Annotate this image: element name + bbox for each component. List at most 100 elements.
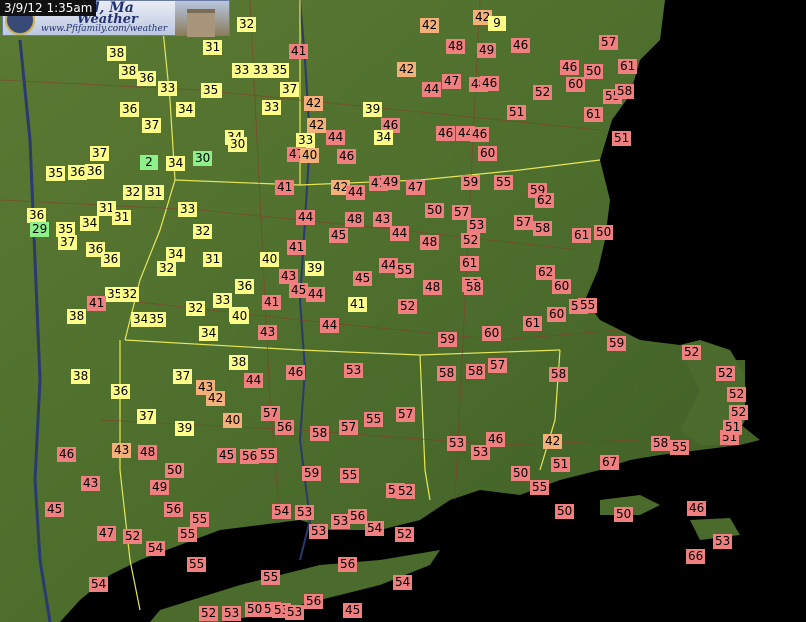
temperature-label: 34 xyxy=(80,216,100,231)
temperature-label: 60 xyxy=(478,146,498,161)
temperature-label: 2 xyxy=(140,155,158,170)
temperature-label: 46 xyxy=(57,447,77,462)
temperature-label: 35 xyxy=(46,166,66,181)
temperature-label: 53 xyxy=(295,505,315,520)
temperature-label: 55 xyxy=(364,412,384,427)
temperature-label: 31 xyxy=(145,185,165,200)
temperature-label: 31 xyxy=(112,210,132,225)
temperature-label: 46 xyxy=(286,365,306,380)
temperature-label: 45 xyxy=(217,448,237,463)
temperature-label: 30 xyxy=(228,137,248,152)
temperature-label: 37 xyxy=(58,235,78,250)
temperature-label: 50 xyxy=(245,602,265,617)
temperature-label: 41 xyxy=(287,240,307,255)
temperature-label: 52 xyxy=(461,233,481,248)
temperature-label: 59 xyxy=(461,175,481,190)
temperature-label: 33 xyxy=(251,63,271,78)
temperature-label: 36 xyxy=(27,208,47,223)
temperature-label: 53 xyxy=(713,534,733,549)
temperature-label: 54 xyxy=(393,575,413,590)
temperature-label: 54 xyxy=(146,541,166,556)
temperature-label: 59 xyxy=(302,466,322,481)
temperature-label: 33 xyxy=(158,81,178,96)
temperature-label: 34 xyxy=(176,102,196,117)
temperature-label: 41 xyxy=(87,296,107,311)
temperature-label: 55 xyxy=(578,298,598,313)
temperature-label: 55 xyxy=(178,527,198,542)
temperature-label: 56 xyxy=(164,502,184,517)
temperature-label: 60 xyxy=(552,279,572,294)
temperature-label: 58 xyxy=(549,367,569,382)
temperature-label: 41 xyxy=(262,295,282,310)
temperature-label: 44 xyxy=(306,287,326,302)
temperature-label: 58 xyxy=(464,280,484,295)
temperature-label: 31 xyxy=(203,40,223,55)
temperature-label: 39 xyxy=(175,421,195,436)
temperature-label: 36 xyxy=(68,165,88,180)
temperature-label: 42 xyxy=(307,118,327,133)
temperature-label: 52 xyxy=(396,484,416,499)
temperature-label: 47 xyxy=(406,180,426,195)
temperature-label: 52 xyxy=(729,405,749,420)
temperature-label: 52 xyxy=(199,606,219,621)
temperature-label: 37 xyxy=(173,369,193,384)
temperature-label: 37 xyxy=(280,82,300,97)
temperature-label: 55 xyxy=(187,557,207,572)
temperature-label: 46 xyxy=(436,126,456,141)
temperature-label: 44 xyxy=(346,185,366,200)
temperature-label: 55 xyxy=(395,263,415,278)
temperature-label: 43 xyxy=(373,212,393,227)
temperature-label: 42 xyxy=(397,62,417,77)
temperature-label: 61 xyxy=(523,316,543,331)
temperature-label: 58 xyxy=(310,426,330,441)
temperature-label: 50 xyxy=(555,504,575,519)
temperature-label: 36 xyxy=(235,279,255,294)
temperature-label: 46 xyxy=(470,127,490,142)
temperature-label: 50 xyxy=(165,463,185,478)
temperature-label: 35 xyxy=(201,83,221,98)
temperature-label: 39 xyxy=(363,102,383,117)
temperature-label: 41 xyxy=(275,180,295,195)
temperature-label: 44 xyxy=(296,210,316,225)
temperature-label: 34 xyxy=(166,156,186,171)
temperature-label: 48 xyxy=(345,212,365,227)
temperature-label: 57 xyxy=(599,35,619,50)
temperature-label: 51 xyxy=(612,131,632,146)
temperature-label: 50 xyxy=(584,64,604,79)
logo-url: www.Pfifamily.com/weather xyxy=(41,24,168,34)
temperature-label: 47 xyxy=(442,74,462,89)
temperature-label: 53 xyxy=(285,605,305,620)
temperature-label: 46 xyxy=(560,60,580,75)
temperature-label: 52 xyxy=(395,527,415,542)
temperature-label: 34 xyxy=(199,326,219,341)
temperature-label: 45 xyxy=(45,502,65,517)
temperature-label: 48 xyxy=(420,235,440,250)
temperature-label: 33 xyxy=(262,100,282,115)
temperature-label: 51 xyxy=(723,420,743,435)
temperature-label: 49 xyxy=(150,480,170,495)
temperature-label: 48 xyxy=(446,39,466,54)
temperature-label: 36 xyxy=(120,102,140,117)
temperature-label: 35 xyxy=(270,63,290,78)
temperature-label: 44 xyxy=(390,226,410,241)
temperature-label: 52 xyxy=(533,85,553,100)
temperature-label: 44 xyxy=(320,318,340,333)
temperature-label: 57 xyxy=(514,215,534,230)
temperature-label: 61 xyxy=(584,107,604,122)
temperature-label: 43 xyxy=(112,443,132,458)
temperature-label: 53 xyxy=(471,445,491,460)
temperature-label: 40 xyxy=(230,309,250,324)
temperature-label: 38 xyxy=(119,64,139,79)
temperature-label: 47 xyxy=(97,526,117,541)
temperature-label: 55 xyxy=(261,570,281,585)
temperature-label: 40 xyxy=(300,148,320,163)
temperature-label: 38 xyxy=(229,355,249,370)
temperature-label: 43 xyxy=(81,476,101,491)
temperature-label: 41 xyxy=(348,297,368,312)
temperature-label: 37 xyxy=(142,118,162,133)
building-photo-icon xyxy=(175,1,229,37)
temperature-label: 46 xyxy=(486,432,506,447)
temperature-label: 32 xyxy=(237,17,257,32)
temperature-label: 53 xyxy=(344,363,364,378)
temperature-label: 38 xyxy=(67,309,87,324)
